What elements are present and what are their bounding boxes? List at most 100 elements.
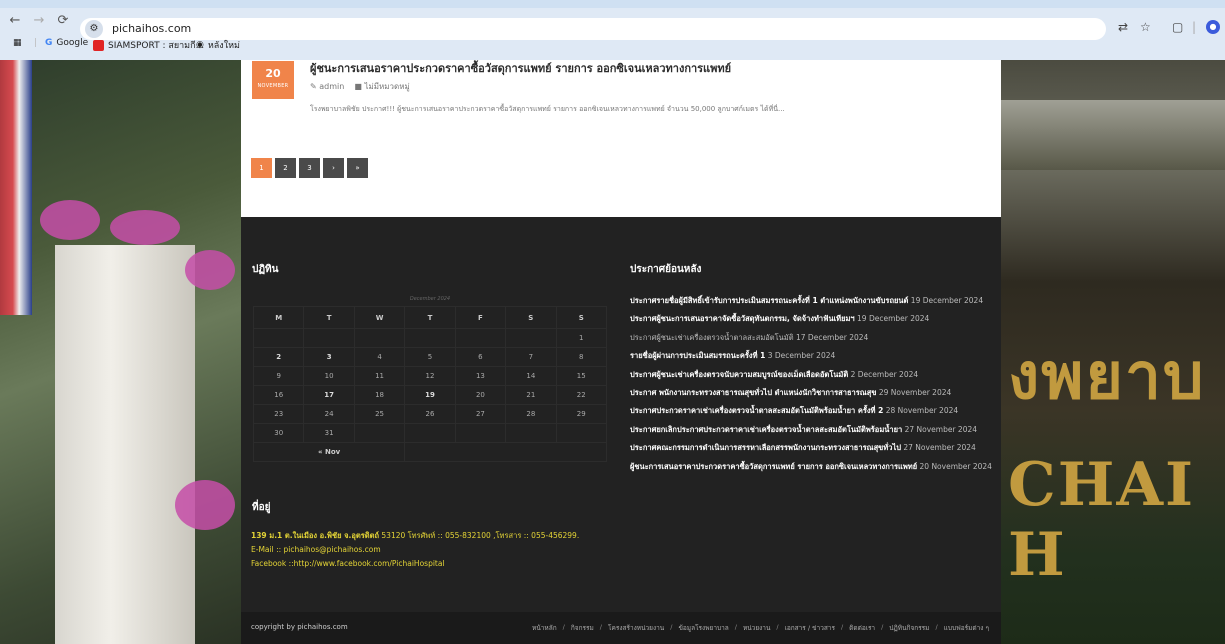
archive-item-date: 29 November 2024 bbox=[878, 388, 952, 398]
calendar-day-header: S bbox=[505, 306, 557, 329]
bookmarks-bar: ▦ | G Google SIAMSPORT : สยามกี... ◉ หลั… bbox=[0, 34, 1225, 56]
address-line: 139 ม.1 ต.ในเมือง อ.พิชัย จ.อุตรดิตถ์ 53… bbox=[251, 529, 579, 543]
footer-menu-item[interactable]: หน้าหลัก bbox=[532, 623, 557, 633]
translate-icon[interactable]: ⇄ bbox=[1118, 20, 1128, 34]
page-button-3[interactable]: 3 bbox=[299, 158, 320, 178]
extensions-icon[interactable]: ▢ bbox=[1172, 20, 1183, 34]
forward-arrow-icon[interactable]: → bbox=[30, 12, 48, 30]
calendar-cell: 7 bbox=[505, 347, 557, 367]
archive-item-link[interactable]: ประกาศผู้ชนะเช่าเครื่องตรวจนับความสมบูรณ… bbox=[630, 370, 848, 379]
calendar-prev-month-link[interactable]: « Nov bbox=[252, 442, 406, 462]
archive-item-link[interactable]: ประกาศ พนักงานกระทรวงสาธารณสุขทั่วไป ตำแ… bbox=[630, 388, 876, 397]
post-author-name[interactable]: admin bbox=[319, 82, 344, 91]
archive-item-link[interactable]: รายชื่อผู้ผ่านการประเมินสมรรถนะครั้งที่ … bbox=[630, 351, 765, 360]
content-area: 20 NOVEMBER ผู้ชนะการเสนอราคาประกวดราคาซ… bbox=[241, 60, 1001, 217]
calendar-cell: 9 bbox=[252, 366, 305, 386]
calendar-cell: 1 bbox=[555, 328, 608, 348]
calendar-cell: 30 bbox=[252, 423, 305, 443]
toolbar-divider: | bbox=[1192, 20, 1197, 34]
footer-menu-item[interactable]: กิจกรรม bbox=[571, 623, 594, 633]
profile-avatar-icon[interactable]: ● bbox=[1206, 20, 1220, 34]
calendar-cell bbox=[505, 328, 557, 348]
background-wall bbox=[55, 245, 195, 644]
page-button-1[interactable]: 1 bbox=[251, 158, 272, 178]
archive-item-date: 20 November 2024 bbox=[919, 461, 992, 471]
back-arrow-icon[interactable]: ← bbox=[6, 12, 24, 30]
archive-item-date: 27 November 2024 bbox=[904, 424, 978, 434]
globe-icon: ◉ bbox=[196, 40, 204, 50]
calendar-cell bbox=[555, 423, 608, 443]
archive-item-date: 3 December 2024 bbox=[767, 351, 836, 361]
calendar-cell: 14 bbox=[505, 366, 557, 386]
post-title[interactable]: ผู้ชนะการเสนอราคาประกวดราคาซื้อวัสดุการแ… bbox=[310, 59, 731, 77]
calendar-day-header: M bbox=[252, 306, 305, 329]
calendar-cell: 22 bbox=[555, 385, 608, 405]
bookmark-new[interactable]: ◉ หลังใหม่ bbox=[196, 38, 240, 52]
calendar-cell bbox=[454, 423, 507, 443]
calendar-cell: 23 bbox=[252, 404, 305, 424]
footer-widgets: ปฏิทิน December 2024 M T W T F S S 1 2 3… bbox=[241, 217, 1001, 612]
calendar-nav-row: « Nov bbox=[252, 442, 607, 462]
archive-item: รายชื่อผู้ผ่านการประเมินสมรรถนะครั้งที่ … bbox=[630, 350, 994, 362]
calendar-title: ปฏิทิน bbox=[252, 264, 279, 275]
footer-menu-item[interactable]: เอกสาร / ข่าวสาร bbox=[785, 623, 835, 633]
footer-menu-item[interactable]: โครงสร้างหน่วยงาน bbox=[608, 623, 664, 633]
archive-item-link[interactable]: ประกาศคณะกรรมการดำเนินการสรรหาเลือกสรรพน… bbox=[630, 443, 901, 452]
archive-item: ประกาศประกวดราคาเช่าเครื่องตรวจน้ำตาลสะส… bbox=[630, 405, 994, 417]
address-email[interactable]: E-Mail :: pichaihos@pichaihos.com bbox=[251, 543, 579, 557]
address-facebook[interactable]: Facebook ::http://www.facebook.com/Picha… bbox=[251, 557, 579, 571]
google-icon: G bbox=[45, 38, 53, 48]
reload-icon[interactable]: ⟳ bbox=[54, 12, 72, 30]
apps-grid-icon[interactable]: ▦ bbox=[13, 38, 22, 48]
calendar-week: 1 bbox=[252, 328, 608, 348]
archive-item-link[interactable]: ประกาศผู้ชนะเช่าเครื่องตรวจน้ำตาลสะสมอัต… bbox=[630, 333, 794, 342]
page-button-2[interactable]: 2 bbox=[275, 158, 296, 178]
background-flower bbox=[110, 210, 180, 245]
archive-item-link[interactable]: ประกาศรายชื่อผู้มีสิทธิ์เข้ารับการประเมิ… bbox=[630, 296, 908, 305]
post-excerpt: โรงพยาบาลพิชัย ประกาศ!!! ผู้ชนะการเสนอรา… bbox=[310, 105, 785, 113]
bookmark-siamsport[interactable]: SIAMSPORT : สยามกี... bbox=[93, 38, 204, 52]
address-block: 139 ม.1 ต.ในเมือง อ.พิชัย จ.อุตรดิตถ์ 53… bbox=[251, 529, 579, 571]
archive-item-link[interactable]: ประกาศประกวดราคาเช่าเครื่องตรวจน้ำตาลสะส… bbox=[630, 406, 883, 415]
footer-menu-item[interactable]: ติดต่อเรา bbox=[849, 623, 875, 633]
archive-item-link[interactable]: ประกาศผู้ชนะการเสนอราคาจัดซื้อวัสดุทันตก… bbox=[630, 314, 855, 323]
bookmark-star-icon[interactable]: ☆ bbox=[1140, 20, 1151, 34]
browser-chrome: ← → ⟳ ⚙ pichaihos.com ⇄ ☆ ▢ | ● ▦ | G Go… bbox=[0, 0, 1225, 60]
calendar-cell bbox=[353, 423, 406, 443]
archive-item-link[interactable]: ผู้ชนะการเสนอราคาประกวดราคาซื้อวัสดุการแ… bbox=[630, 462, 917, 471]
footer-menu-separator: / bbox=[734, 623, 737, 631]
footer-menu-item[interactable]: ปฏิทินกิจกรรม bbox=[889, 623, 929, 633]
calendar-cell-linked[interactable]: 3 bbox=[303, 347, 355, 367]
calendar-day-header: T bbox=[404, 306, 456, 329]
archive-item: ประกาศผู้ชนะเช่าเครื่องตรวจน้ำตาลสะสมอัต… bbox=[630, 332, 994, 344]
calendar-cell: 13 bbox=[454, 366, 507, 386]
bookmark-google[interactable]: G Google bbox=[45, 38, 88, 48]
calendar-cell: 20 bbox=[454, 385, 507, 405]
calendar-cell: 26 bbox=[404, 404, 456, 424]
calendar-cell: 25 bbox=[353, 404, 406, 424]
calendar-cell-linked[interactable]: 17 bbox=[303, 385, 355, 405]
calendar-cell bbox=[404, 423, 456, 443]
calendar-cell bbox=[303, 328, 355, 348]
calendar-cell: 16 bbox=[252, 385, 305, 405]
archive-item-link[interactable]: ประกาศยกเลิกประกาศประกวดราคาเช่าเครื่องต… bbox=[630, 425, 902, 434]
post-date-badge: 20 NOVEMBER bbox=[252, 61, 294, 99]
footer-menu-separator: / bbox=[562, 623, 565, 631]
calendar-cell: 12 bbox=[404, 366, 456, 386]
calendar-cell bbox=[353, 328, 406, 348]
footer-menu-item[interactable]: แบบฟอร์มต่าง ๆ bbox=[944, 623, 989, 633]
archive-item-date: 27 November 2024 bbox=[903, 443, 976, 453]
calendar-cell bbox=[505, 423, 557, 443]
next-page-button[interactable]: › bbox=[323, 158, 344, 178]
post-category-name[interactable]: ไม่มีหมวดหมู่ bbox=[364, 82, 409, 91]
calendar-cell-linked[interactable]: 19 bbox=[404, 385, 456, 405]
footer-menu-separator: / bbox=[935, 623, 938, 631]
last-page-button[interactable]: » bbox=[347, 158, 368, 178]
calendar-cell-linked[interactable]: 2 bbox=[252, 347, 305, 367]
background-sign-thai: งพยาบ bbox=[1008, 339, 1206, 414]
footer-menu-item[interactable]: หน่วยงาน bbox=[743, 623, 770, 633]
calendar-cell: 5 bbox=[404, 347, 456, 367]
post-category[interactable]: ■ ไม่มีหมวดหมู่ bbox=[354, 80, 409, 93]
post-author[interactable]: ✎ admin bbox=[310, 82, 344, 91]
footer-menu-item[interactable]: ข้อมูลโรงพยาบาล bbox=[678, 623, 728, 633]
